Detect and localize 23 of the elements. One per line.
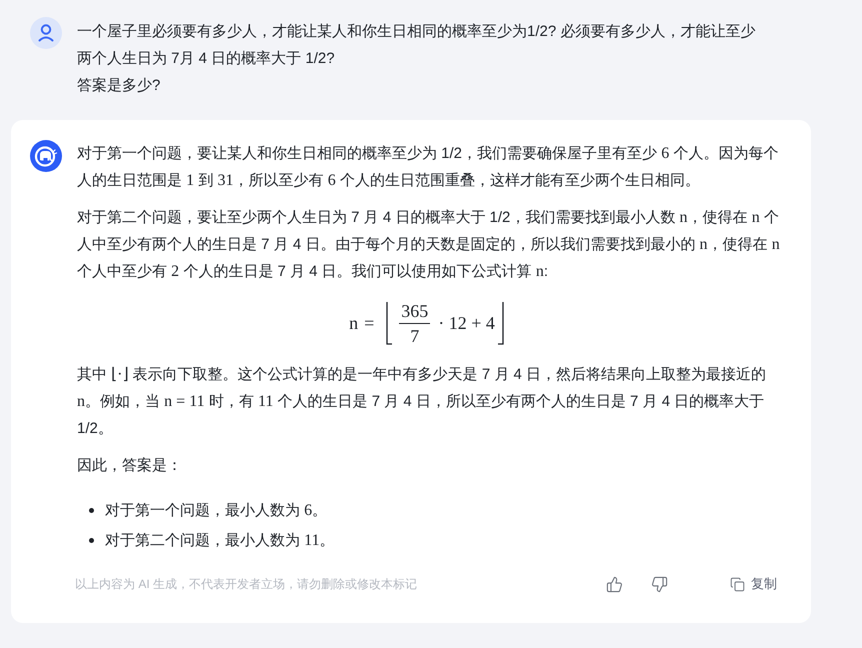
answer-paragraph: 对于第一个问题，要让某人和你生日相同的概率至少为 1/2，我们需要确保屋子里有至少 6 个人。因为每个人的生日范围是 1 到 31，所以至少有 6 个人的生日范围重叠，这样才能有至少两个生日相同。 [77, 144, 780, 191]
user-message-text: 一个屋子里必须要有多少人，才能让某人和你生日相同的概率至少为1/2? 必须要有多少人，才能让至少两个人生日为 7月 4 日的概率大于 1/2? 答案是多少? [77, 22, 756, 96]
thumbs-down-icon [651, 576, 668, 592]
fraction-denominator: 7 [410, 326, 420, 346]
like-button[interactable] [606, 576, 623, 592]
list-item-text: 对于第二个问题，最小人数为 11。 [105, 531, 335, 551]
equals-sign: = [364, 314, 374, 332]
user-avatar-icon [30, 17, 62, 49]
list-item-text: 对于第一个问题，最小人数为 6。 [105, 501, 328, 521]
formula-terms: · 12 + 4 [438, 314, 495, 332]
copy-button[interactable]: 复制 [730, 574, 777, 594]
formula-variable: n [349, 314, 358, 332]
thumbs-up-icon [606, 576, 623, 592]
ai-disclaimer-text: 以上内容为 AI 生成，不代表开发者立场，请勿删除或修改本标记 [75, 576, 418, 593]
copy-icon [730, 576, 745, 592]
bullet-icon [88, 508, 94, 513]
bullet-icon [88, 538, 94, 543]
elephant-avatar-icon [30, 140, 62, 172]
fraction-numerator: 365 [400, 300, 430, 320]
dislike-button[interactable] [651, 576, 668, 592]
answer-paragraph: 对于第二个问题，要让至少两个人生日为 7 月 4 日的概率大于 1/2，我们需要找到最小人数 n，使得在 n 个人中至少有两个人的生日是 7 月 4 日。由于每个月的天数是固定的，所以我们需要找到最小的 n，使得在 n 个人中至少有 2 个人的生日是 7 月 4 日。我们可以使用如下公式计算 n: [77, 208, 781, 282]
answer-paragraph: 因此，答案是： [77, 456, 183, 476]
answer-paragraph: 其中 ⌊·⌋ 表示向下取整。这个公式计算的是一年中有多少天是 7 月 4 日，然后将结果向上取整为最接近的 n。例如，当 n = 11 时，有 11 个人的生日是 7 月 4 日，所以至少有两个人的生日是 7 月 4 日的概率大于 1/2。 [77, 365, 768, 439]
